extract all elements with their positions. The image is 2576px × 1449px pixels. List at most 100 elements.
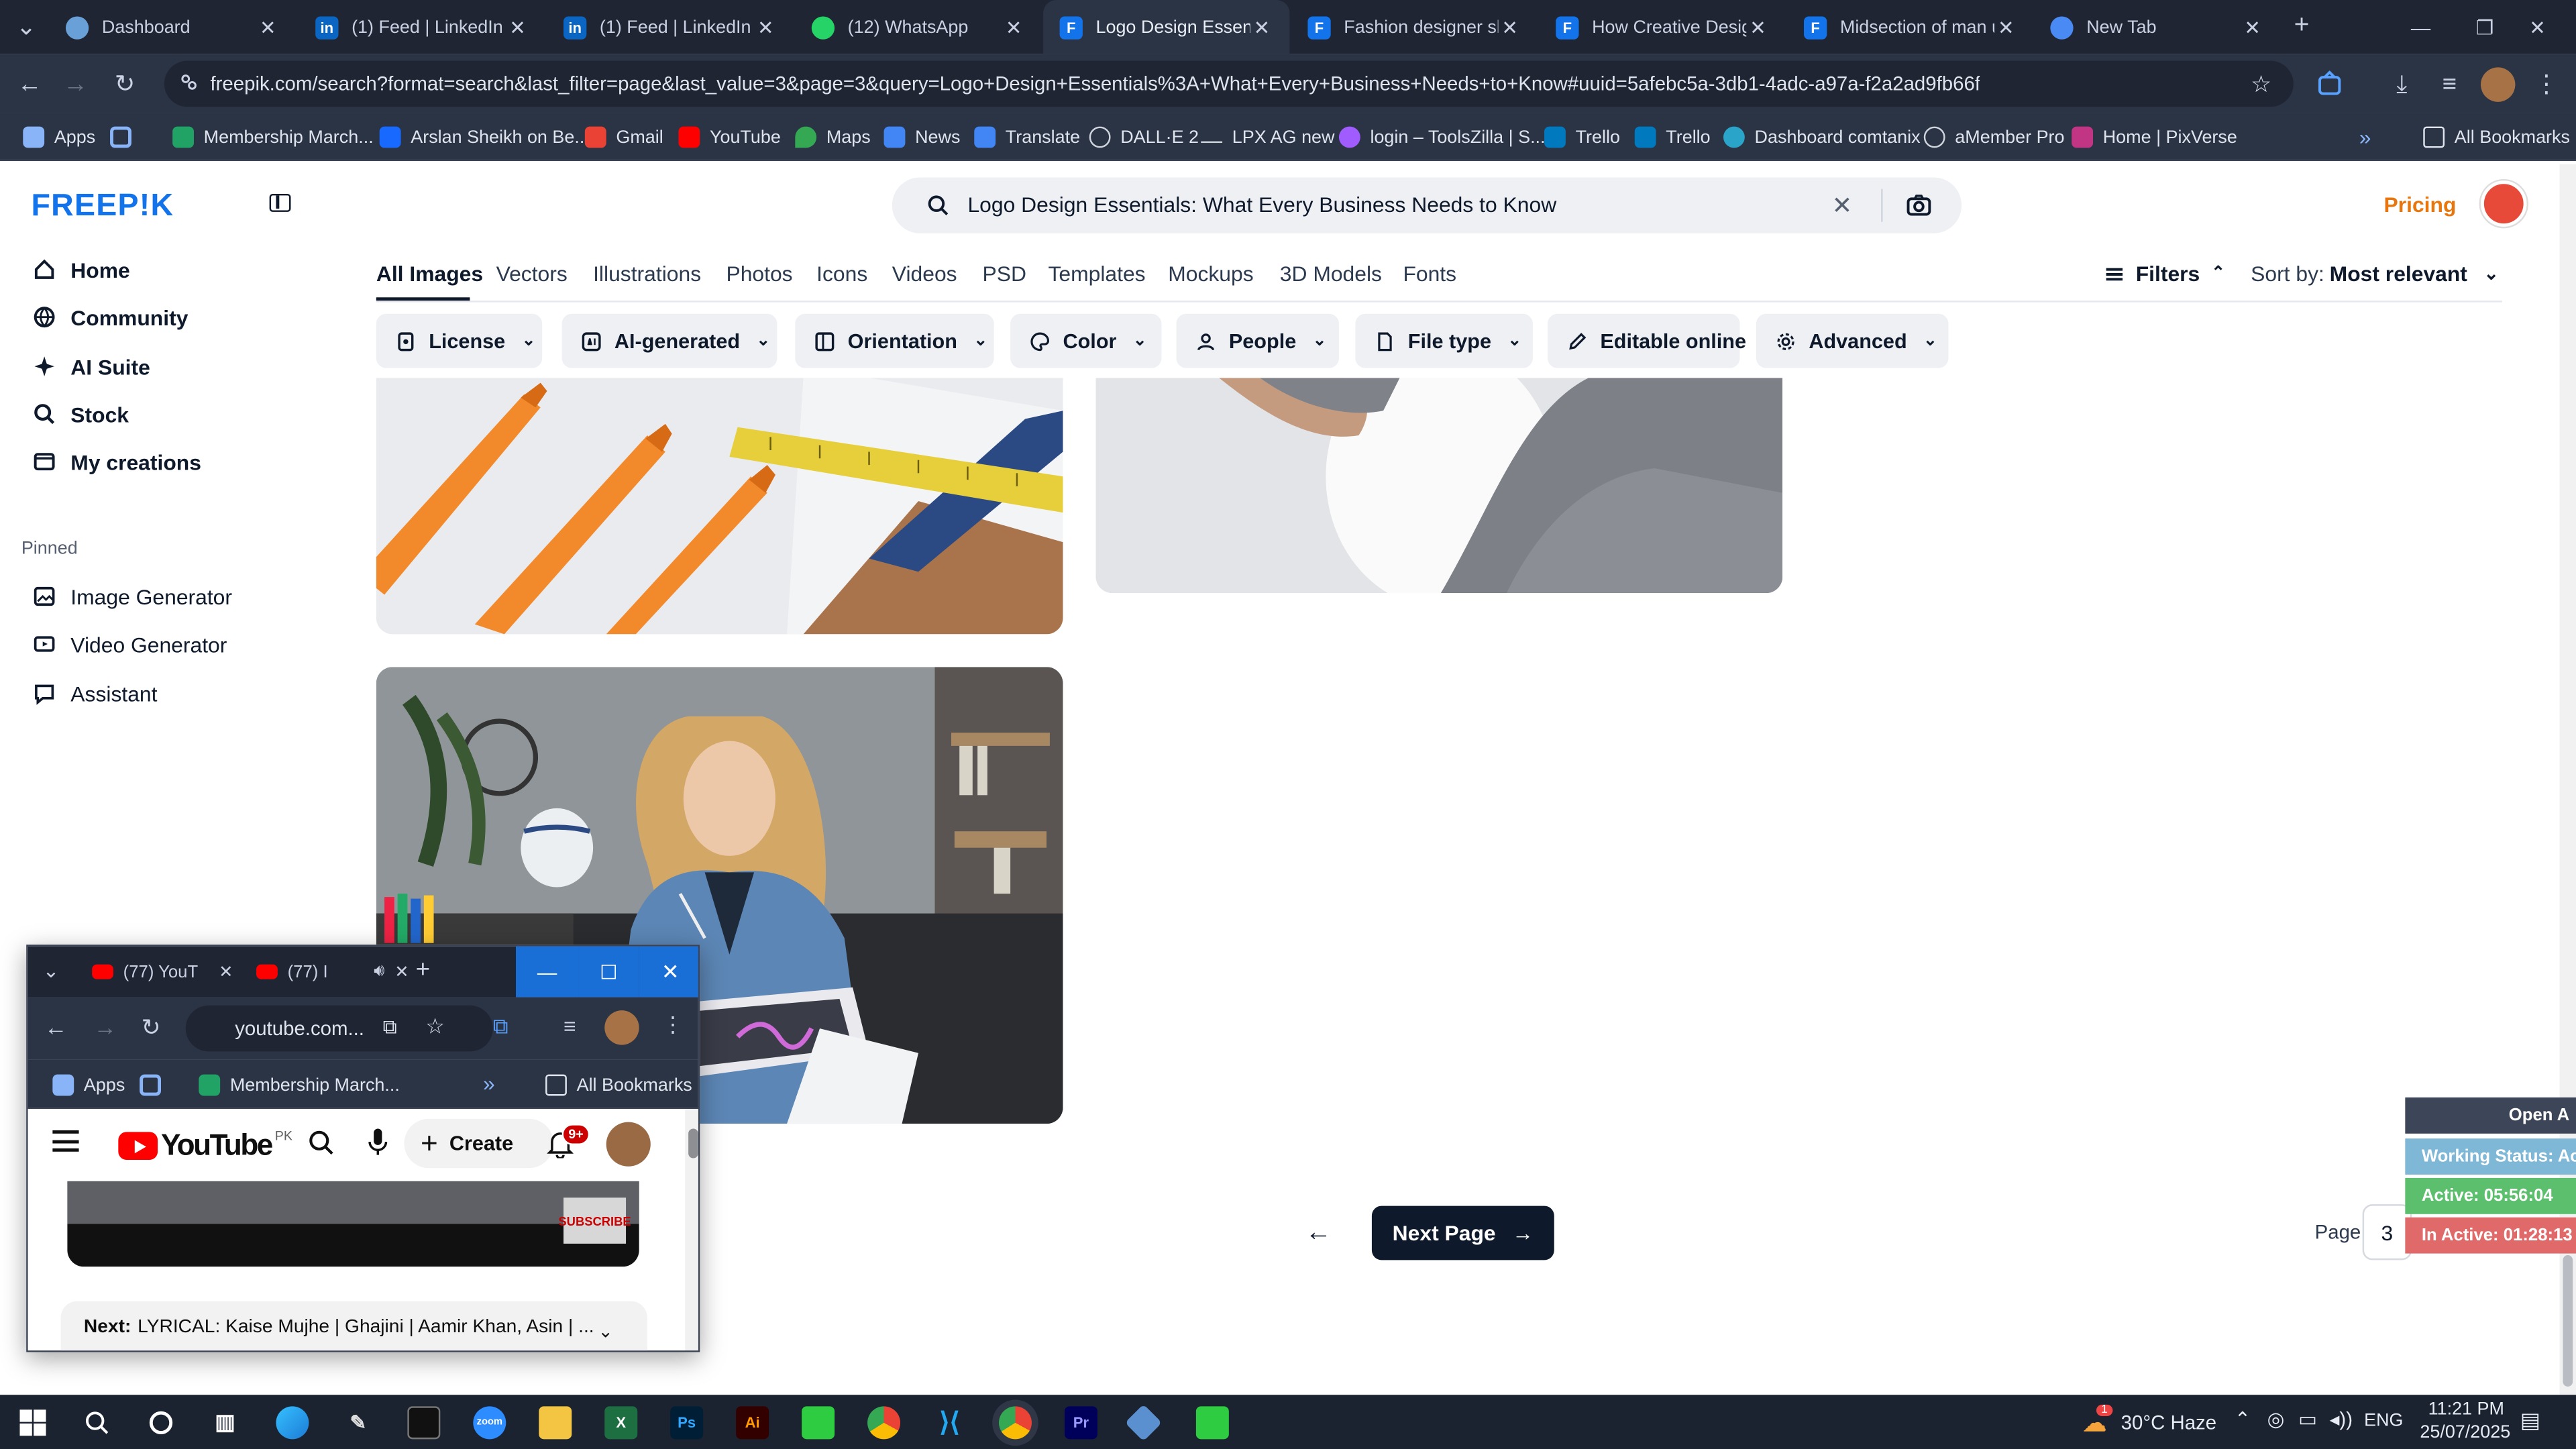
download-icon[interactable]: ⤓ (2385, 67, 2418, 100)
yt-scrollbar-thumb[interactable] (688, 1128, 698, 1159)
filter-chip-advanced[interactable]: Advanced ⌄ (1756, 313, 1949, 368)
forward-arrow-icon[interactable]: → (59, 67, 92, 100)
taskbar-search-icon[interactable] (80, 1406, 113, 1439)
browser-tab[interactable]: in (1) Feed | LinkedIn ✕ (547, 0, 794, 54)
tracker-open-button[interactable]: Open A (2405, 1097, 2576, 1134)
kebab-menu-icon[interactable]: ⋮ (2530, 67, 2563, 100)
bookmark-item[interactable]: Gmail (584, 123, 663, 152)
close-tab-icon[interactable]: ✕ (754, 15, 777, 38)
browser-tab[interactable]: New Tab ✕ (2034, 0, 2280, 54)
task-view-icon[interactable]: ▥ (209, 1406, 241, 1439)
yt-extensions-icon[interactable]: ⧉ (493, 1014, 508, 1040)
terminal-icon[interactable] (407, 1406, 441, 1440)
yt-close-window-icon[interactable]: ✕ (639, 946, 698, 998)
result-image-pens-ruler[interactable] (376, 378, 1063, 635)
monitor-icon[interactable]: ▭ (2298, 1408, 2317, 1431)
edge-icon[interactable] (276, 1406, 309, 1440)
filter-chip-color[interactable]: Color ⌄ (1010, 313, 1162, 368)
yt-back-arrow-icon[interactable]: ← (44, 1014, 67, 1040)
yt-install-icon[interactable]: ⧉ (383, 1015, 397, 1040)
vscode-icon[interactable]: ⟩⟨ (933, 1406, 966, 1439)
video-player[interactable]: SUBSCRIBE (67, 1181, 639, 1267)
yt-kebab-menu-icon[interactable]: ⋮ (662, 1012, 684, 1038)
all-bookmarks-folder[interactable]: All Bookmarks (2423, 123, 2570, 152)
bookmark-item[interactable]: Trello (1634, 123, 1711, 152)
close-tab-icon[interactable]: ✕ (394, 962, 409, 981)
yt-bookmark-membership[interactable]: Membership March... (199, 1071, 400, 1099)
browser-tab-active[interactable]: F Logo Design Essenti ✕ (1043, 0, 1290, 54)
sort-dropdown[interactable]: Most relevant ⌄ (2330, 261, 2499, 286)
yt-media-control-icon[interactable]: ≡ (564, 1014, 576, 1038)
collapse-sidebar-icon[interactable] (269, 193, 291, 212)
yt-tab[interactable]: (77) YouT ✕ (82, 947, 243, 998)
youtube-logo[interactable]: YouTube PK (118, 1128, 292, 1163)
nav-my-creations[interactable]: My creations (33, 443, 201, 480)
microphone-icon[interactable] (368, 1127, 388, 1157)
bookmark-item[interactable]: Home | PixVerse (2072, 123, 2237, 152)
filter-chip-people[interactable]: People ⌄ (1176, 313, 1339, 368)
profile-avatar[interactable] (2480, 67, 2516, 102)
nav-stock[interactable]: Stock (33, 396, 129, 432)
photoshop-icon[interactable]: Ps (670, 1406, 704, 1440)
page-number-input[interactable]: 3 (2362, 1204, 2412, 1260)
bookmark-item[interactable]: Apps (23, 123, 95, 152)
filter-chip-file-type[interactable]: File type ⌄ (1355, 313, 1533, 368)
filters-toggle[interactable]: Filters ⌃ (2104, 261, 2225, 286)
close-tab-icon[interactable]: ✕ (219, 962, 233, 981)
speaker-icon[interactable]: 🔊︎ (374, 961, 384, 983)
up-next-panel[interactable]: Next: LYRICAL: Kaise Mujhe | Ghajini | A… (60, 1301, 647, 1351)
bookmark-item[interactable]: DALL·E 2 (1089, 123, 1199, 152)
yt-address-bar[interactable]: youtube.com... ⧉ ☆ (185, 1005, 493, 1052)
reload-icon[interactable]: ↻ (109, 67, 142, 100)
bookmark-item[interactable]: Dashboard comtanix (1723, 123, 1921, 152)
category-psd[interactable]: PSD (983, 261, 1026, 286)
show-hidden-icons-chevron-icon[interactable]: ⌃ (2235, 1408, 2251, 1431)
category-photos[interactable]: Photos (726, 261, 792, 286)
bookmark-item[interactable]: aMember Pro (1923, 123, 2065, 152)
bookmark-item[interactable]: Maps (795, 123, 871, 152)
nav-community[interactable]: Community (33, 299, 188, 335)
freepik-logo[interactable]: FREEP!K (32, 189, 174, 225)
chrome-active-icon[interactable] (998, 1406, 1032, 1440)
bookmark-item[interactable]: YouTube (678, 123, 781, 152)
tab-search-chevron-icon[interactable]: ⌄ (10, 10, 43, 43)
browser-tab[interactable]: (12) WhatsApp ✕ (795, 0, 1041, 54)
yt-tab[interactable]: (77) I 🔊︎ ✕ (246, 947, 419, 998)
close-tab-icon[interactable]: ✕ (256, 15, 279, 38)
category-videos[interactable]: Videos (892, 261, 957, 286)
green-app-icon[interactable] (802, 1406, 835, 1440)
yt-reload-icon[interactable]: ↻ (142, 1014, 161, 1042)
yt-profile-avatar[interactable] (604, 1010, 639, 1045)
yt-account-avatar[interactable] (606, 1122, 651, 1167)
yt-bookmark-apps[interactable]: Apps (52, 1071, 125, 1099)
address-bar[interactable]: freepik.com/search?format=search&last_fi… (164, 60, 2294, 107)
clock-date[interactable]: 25/07/2025 (2420, 1423, 2510, 1442)
windows-start-icon[interactable] (16, 1406, 49, 1439)
category-templates[interactable]: Templates (1048, 261, 1145, 286)
browser-tab[interactable]: F Fashion designer ske ✕ (1291, 0, 1538, 54)
pen-tool-icon[interactable]: ✎ (341, 1406, 374, 1439)
green-app-2-icon[interactable] (1195, 1406, 1229, 1440)
category-vectors[interactable]: Vectors (496, 261, 568, 286)
more-bookmarks-chevron-icon[interactable]: » (2359, 123, 2371, 152)
filter-chip-editable-online[interactable]: Editable online (1547, 313, 1746, 368)
category-fonts[interactable]: Fonts (1403, 261, 1456, 286)
site-info-icon[interactable] (179, 72, 199, 92)
yt-minimize-icon[interactable]: — (515, 946, 579, 998)
yt-tab-search-chevron-icon[interactable]: ⌄ (43, 959, 60, 982)
yt-bookmark-star-icon[interactable]: ☆ (425, 1014, 445, 1040)
bookmark-item[interactable]: Membership March... (172, 123, 374, 152)
bookmark-item[interactable]: News (883, 123, 960, 152)
notification-center-icon[interactable]: ▤ (2520, 1408, 2540, 1434)
hamburger-menu-icon[interactable] (52, 1130, 79, 1152)
next-page-button[interactable]: Next Page → (1371, 1205, 1554, 1260)
filter-chip-orientation[interactable]: Orientation ⌄ (795, 313, 994, 368)
yt-forward-arrow-icon[interactable]: → (94, 1014, 117, 1040)
bookmark-star-icon[interactable]: ☆ (2251, 70, 2271, 99)
browser-tab[interactable]: F Midsection of man u ✕ (1788, 0, 2034, 54)
yt-tab-groups[interactable] (140, 1071, 171, 1099)
scrollbar-thumb[interactable] (2563, 1255, 2573, 1387)
browser-tab[interactable]: F How Creative Design ✕ (1540, 0, 1786, 54)
browser-tab[interactable]: in (1) Feed | LinkedIn ✕ (299, 0, 545, 54)
close-tab-icon[interactable]: ✕ (2241, 15, 2263, 38)
